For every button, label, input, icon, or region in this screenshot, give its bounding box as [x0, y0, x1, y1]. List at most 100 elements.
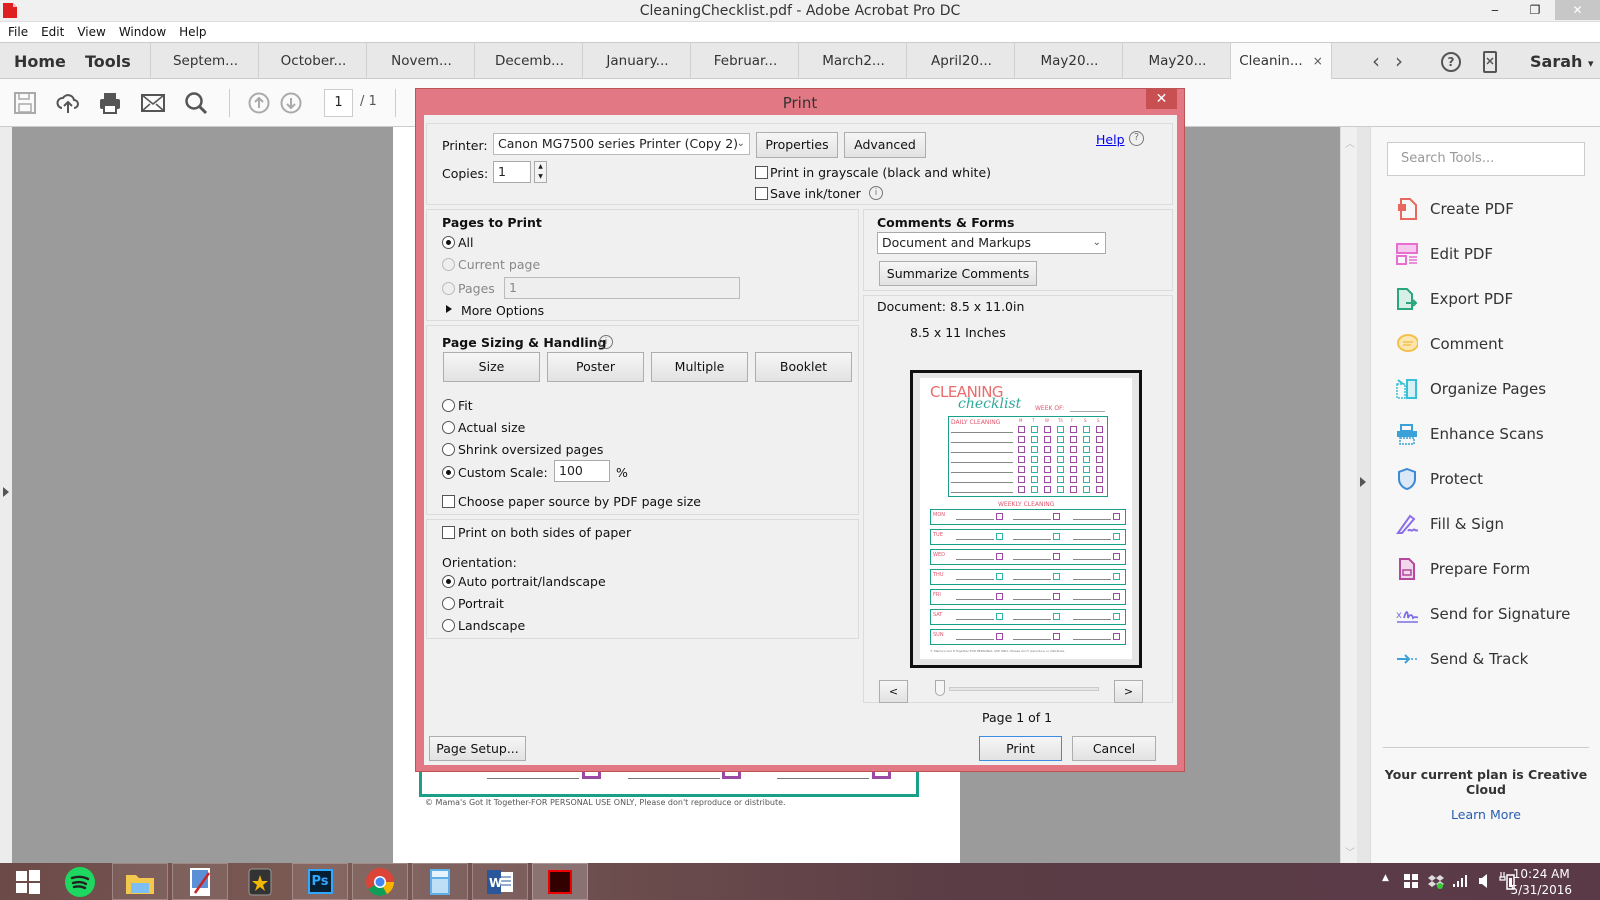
poster-button[interactable]: Poster	[547, 352, 644, 382]
preview-prev-button[interactable]: <	[879, 680, 908, 703]
info-icon[interactable]: i	[869, 186, 883, 200]
close-window-button[interactable]: ✕	[1555, 0, 1600, 20]
file-explorer-app[interactable]	[112, 863, 168, 900]
both-sides-checkbox[interactable]	[442, 526, 455, 539]
spotify-app[interactable]	[52, 863, 108, 900]
right-pane-toggle[interactable]	[1357, 127, 1370, 863]
vertical-scrollbar[interactable]: ︿ ﹀	[1340, 127, 1357, 863]
tool-send-signature[interactable]: x Send for Signature	[1396, 601, 1570, 627]
help-icon[interactable]: ?	[1441, 52, 1461, 72]
radio-shrink[interactable]	[442, 443, 455, 456]
tool-comment[interactable]: Comment	[1396, 331, 1504, 357]
multiple-button[interactable]: Multiple	[651, 352, 748, 382]
grayscale-checkbox[interactable]	[755, 166, 768, 179]
search-icon[interactable]	[184, 91, 208, 115]
tool-protect[interactable]: Protect	[1396, 466, 1483, 492]
save-icon[interactable]	[14, 92, 36, 114]
doc-tab[interactable]: March2...	[798, 43, 908, 79]
show-hidden-icons[interactable]: ▲	[1382, 873, 1389, 883]
mobile-link-icon[interactable]	[1483, 51, 1497, 73]
copies-stepper[interactable]: ▲ ▼	[534, 161, 547, 183]
doc-tab-active[interactable]: Cleanin... ×	[1230, 43, 1332, 80]
tool-organize-pages[interactable]: Organize Pages	[1396, 376, 1546, 402]
movie-maker-app[interactable]	[232, 863, 288, 900]
search-tools-input[interactable]: Search Tools...	[1387, 142, 1585, 176]
tab-next-icon[interactable]: ›	[1395, 49, 1403, 73]
print-icon[interactable]	[98, 91, 122, 115]
doc-tab[interactable]: Novem...	[366, 43, 476, 79]
preview-slider-track[interactable]	[949, 687, 1099, 691]
nav-home[interactable]: Home	[14, 52, 66, 71]
minimize-button[interactable]: ‒	[1480, 0, 1510, 20]
doc-tab[interactable]: January...	[582, 43, 692, 79]
tool-export-pdf[interactable]: Export PDF	[1396, 286, 1513, 312]
doc-tab[interactable]: Decemb...	[474, 43, 584, 79]
radio-current-page[interactable]	[442, 258, 455, 271]
paint-app[interactable]	[172, 863, 228, 900]
maximize-button[interactable]: ❐	[1520, 0, 1550, 20]
user-menu[interactable]: Sarah ▾	[1530, 52, 1594, 71]
word-app[interactable]: W	[472, 863, 528, 900]
preview-next-button[interactable]: >	[1114, 680, 1143, 703]
dialog-close-button[interactable]: ✕	[1146, 89, 1177, 109]
comments-forms-select[interactable]: Document and Markups ⌄	[877, 232, 1106, 254]
pages-range-input[interactable]: 1	[504, 277, 740, 299]
printer-select[interactable]: Canon MG7500 series Printer (Copy 2) ⌄	[493, 133, 750, 155]
radio-fit[interactable]	[442, 399, 455, 412]
volume-icon[interactable]	[1479, 874, 1487, 888]
email-icon[interactable]	[141, 93, 165, 113]
save-ink-checkbox[interactable]	[755, 187, 768, 200]
size-button[interactable]: Size	[443, 352, 540, 382]
tab-prev-icon[interactable]: ‹	[1372, 49, 1380, 73]
menu-view[interactable]: View	[69, 22, 110, 39]
paper-source-checkbox[interactable]	[442, 495, 455, 508]
menu-help[interactable]: Help	[171, 22, 211, 39]
learn-more-link[interactable]: Learn More	[1381, 807, 1591, 822]
start-button[interactable]	[0, 863, 56, 900]
help-link[interactable]: Help	[1096, 132, 1125, 147]
cancel-button[interactable]: Cancel	[1072, 736, 1156, 761]
menu-edit[interactable]: Edit	[33, 22, 69, 39]
page-setup-button[interactable]: Page Setup...	[429, 736, 526, 761]
more-options-toggle[interactable]: More Options	[461, 303, 544, 318]
booklet-button[interactable]: Booklet	[755, 352, 852, 382]
doc-tab[interactable]: May20...	[1014, 43, 1124, 79]
system-clock[interactable]: 10:24 AM 5/31/2016	[1510, 866, 1572, 898]
doc-tab[interactable]: Februar...	[690, 43, 800, 79]
radio-pages[interactable]	[442, 282, 455, 295]
doc-tab[interactable]: May20...	[1122, 43, 1232, 79]
copies-input[interactable]: 1	[493, 161, 531, 183]
tool-fill-sign[interactable]: Fill & Sign	[1396, 511, 1504, 537]
print-button[interactable]: Print	[979, 736, 1062, 761]
calculator-app[interactable]	[412, 863, 468, 900]
nav-tools[interactable]: Tools	[85, 52, 131, 71]
advanced-button[interactable]: Advanced	[844, 132, 926, 158]
left-pane-toggle[interactable]	[0, 127, 12, 863]
menu-window[interactable]: Window	[111, 22, 171, 39]
tool-prepare-form[interactable]: Prepare Form	[1396, 556, 1530, 582]
preview-slider-thumb[interactable]	[935, 680, 945, 696]
properties-button[interactable]: Properties	[756, 132, 838, 158]
photoshop-app[interactable]: Ps	[292, 863, 348, 900]
menu-file[interactable]: File	[0, 22, 33, 39]
previous-page-icon[interactable]	[248, 92, 270, 114]
radio-actual-size[interactable]	[442, 421, 455, 434]
radio-landscape[interactable]	[442, 619, 455, 632]
summarize-comments-button[interactable]: Summarize Comments	[879, 261, 1037, 286]
doc-tab[interactable]: October...	[258, 43, 368, 79]
acrobat-app[interactable]	[532, 863, 588, 900]
radio-auto-orientation[interactable]	[442, 575, 455, 588]
tool-enhance-scans[interactable]: Enhance Scans	[1396, 421, 1544, 447]
radio-custom-scale[interactable]	[442, 466, 455, 479]
dropbox-icon[interactable]	[1428, 873, 1444, 889]
help-circle-icon[interactable]: ?	[1129, 131, 1144, 146]
custom-scale-input[interactable]: 100	[554, 460, 610, 482]
upload-cloud-icon[interactable]	[56, 91, 80, 115]
radio-portrait[interactable]	[442, 597, 455, 610]
expand-triangle-icon[interactable]	[446, 305, 452, 313]
page-number-input[interactable]: 1	[324, 89, 353, 117]
action-center-icon[interactable]	[1404, 874, 1418, 888]
close-tab-icon[interactable]: ×	[1313, 54, 1323, 68]
tool-send-track[interactable]: Send & Track	[1396, 646, 1528, 672]
doc-tab[interactable]: April20...	[906, 43, 1016, 79]
